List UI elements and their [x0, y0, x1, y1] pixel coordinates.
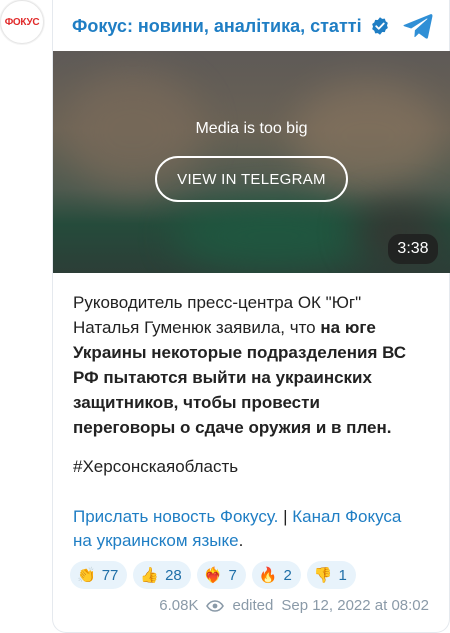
- telegram-logo-icon[interactable]: [403, 12, 433, 40]
- thumbs-down-emoji-icon: 👎: [313, 565, 333, 584]
- view-count: 6.08K: [159, 597, 199, 614]
- video-media[interactable]: Media is too big VIEW IN TELEGRAM 3:38: [53, 51, 450, 273]
- edited-label: edited: [232, 597, 274, 614]
- video-duration-badge: 3:38: [388, 234, 438, 264]
- send-news-link[interactable]: Прислать новость Фокусу.: [73, 507, 278, 526]
- reaction-fire[interactable]: 🔥 2: [251, 561, 301, 589]
- post-text-regular: Руководитель пресс-центра ОК "Юг" Наталь…: [73, 293, 362, 337]
- clap-emoji-icon: 👏: [77, 565, 96, 584]
- post-text: Руководитель пресс-центра ОК "Юг" Наталь…: [73, 290, 418, 440]
- reaction-thumbs-up[interactable]: 👍 28: [133, 561, 191, 589]
- post-meta: 6.08K edited Sep 12, 2022 at 08:02: [159, 597, 429, 614]
- link-separator: |: [278, 507, 293, 526]
- heart-on-fire-emoji-icon: ❤️‍🔥: [203, 565, 223, 584]
- reaction-thumbs-down[interactable]: 👎 1: [306, 561, 356, 589]
- reaction-count: 28: [165, 566, 182, 584]
- fire-emoji-icon: 🔥: [258, 565, 278, 584]
- reaction-count: 2: [283, 566, 292, 584]
- reaction-count: 77: [101, 566, 119, 584]
- reactions-bar: 👏 77 👍 28 ❤️‍🔥 7 🔥 2 👎 1: [70, 561, 356, 589]
- post-header: Фокус: новини, аналітика, статті: [72, 12, 435, 40]
- post-hashtag[interactable]: #Херсонскаяобласть: [73, 457, 238, 477]
- post-card: Фокус: новини, аналітика, статті Media i…: [52, 0, 450, 633]
- post-date[interactable]: Sep 12, 2022 at 08:02: [281, 597, 429, 614]
- eye-icon: [206, 599, 225, 612]
- avatar-logo-text: ФОКУС: [4, 16, 40, 28]
- verified-badge-icon: [371, 17, 388, 35]
- reaction-heart-on-fire[interactable]: ❤️‍🔥 7: [196, 561, 246, 589]
- post-links: Прислать новость Фокусу. | Канал Фокуса …: [73, 505, 403, 553]
- view-in-telegram-button[interactable]: VIEW IN TELEGRAM: [155, 156, 348, 202]
- reaction-count: 1: [338, 566, 347, 584]
- media-too-big-notice: Media is too big: [195, 120, 308, 137]
- channel-name[interactable]: Фокус: новини, аналітика, статті: [72, 16, 362, 37]
- reaction-clap[interactable]: 👏 77: [70, 561, 128, 589]
- links-end-punctuation: .: [238, 531, 244, 550]
- reaction-count: 7: [228, 566, 237, 584]
- thumbs-up-emoji-icon: 👍: [140, 565, 160, 584]
- channel-avatar[interactable]: ФОКУС: [0, 0, 44, 44]
